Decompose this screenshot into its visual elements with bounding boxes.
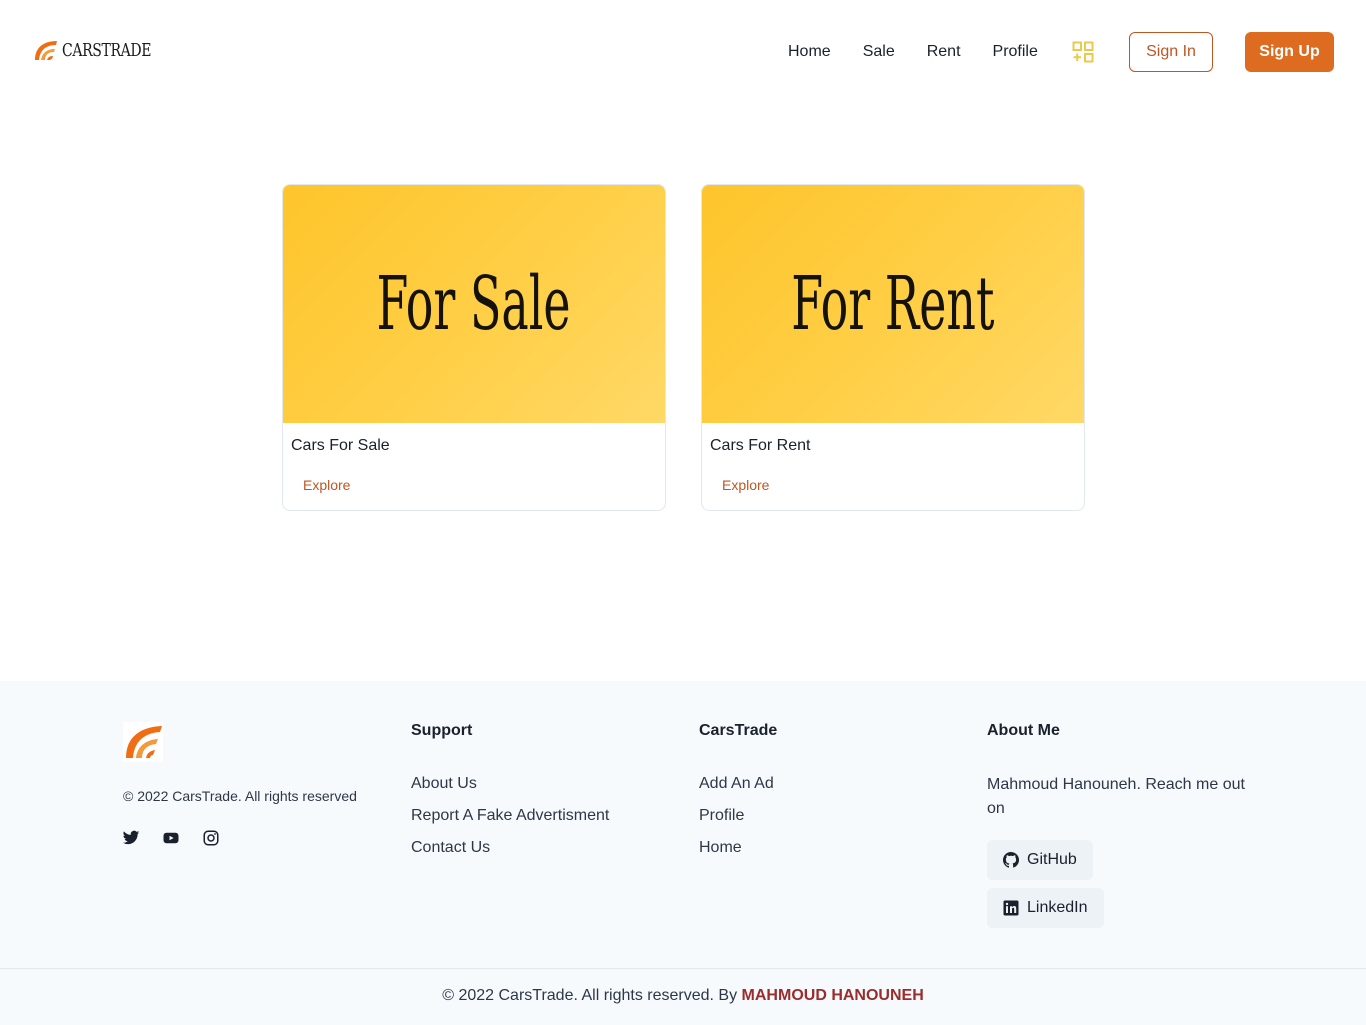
footer-link-about-us[interactable]: About Us: [411, 775, 477, 793]
footer-bottom-text: © 2022 CarsTrade. All rights reserved. B…: [0, 987, 1366, 1005]
linkedin-icon: [1003, 900, 1019, 916]
logo-icon: [35, 41, 57, 60]
sign-in-button[interactable]: Sign In: [1129, 32, 1213, 72]
linkedin-label: LinkedIn: [1027, 899, 1088, 916]
footer-logo-icon[interactable]: [123, 722, 163, 762]
github-icon: [1003, 852, 1019, 868]
card-image-rent: For Rent: [702, 185, 1084, 423]
card-for-sale[interactable]: For Sale Cars For Sale Explore: [282, 184, 666, 511]
linkedin-button[interactable]: LinkedIn: [987, 888, 1104, 928]
footer-about-text: Mahmoud Hanouneh. Reach me out on: [987, 776, 1245, 817]
footer-carstrade-title: CarsTrade: [699, 722, 778, 739]
logo-text: CARSTRADE: [62, 39, 152, 61]
main-nav: Home Sale Rent Profile: [788, 41, 1070, 63]
footer-about-title: About Me: [987, 722, 1060, 739]
github-button[interactable]: GitHub: [987, 840, 1093, 880]
footer-link-contact-us[interactable]: Contact Us: [411, 839, 490, 857]
explore-sale-link[interactable]: Explore: [303, 477, 350, 493]
github-label: GitHub: [1027, 851, 1077, 868]
card-for-rent[interactable]: For Rent Cars For Rent Explore: [701, 184, 1085, 511]
sign-up-button[interactable]: Sign Up: [1245, 32, 1334, 72]
nav-profile[interactable]: Profile: [993, 41, 1038, 63]
explore-rent-link[interactable]: Explore: [722, 477, 769, 493]
nav-sale[interactable]: Sale: [863, 41, 895, 63]
card-title: Cars For Rent: [710, 437, 811, 454]
footer: © 2022 CarsTrade. All rights reserved Su…: [0, 681, 1366, 1025]
grid-plus-icon[interactable]: [1072, 41, 1094, 63]
footer-link-profile[interactable]: Profile: [699, 807, 744, 825]
nav-rent[interactable]: Rent: [927, 41, 961, 63]
footer-link-report-fake-ad[interactable]: Report A Fake Advertisment: [411, 807, 609, 825]
card-image-text: For Sale: [376, 261, 572, 347]
logo[interactable]: CARSTRADE: [32, 38, 176, 62]
nav-home[interactable]: Home: [788, 41, 831, 63]
footer-link-add-ad[interactable]: Add An Ad: [699, 775, 774, 793]
footer-bottom-prefix: © 2022 CarsTrade. All rights reserved. B…: [442, 987, 742, 1004]
footer-support-title: Support: [411, 722, 473, 739]
footer-link-home[interactable]: Home: [699, 839, 742, 857]
header: CARSTRADE Home Sale Rent Profile Sign In…: [0, 0, 1366, 104]
instagram-icon[interactable]: [202, 829, 220, 847]
card-image-sale: For Sale: [283, 185, 665, 423]
twitter-icon[interactable]: [122, 829, 140, 847]
card-title: Cars For Sale: [291, 437, 390, 454]
card-image-text: For Rent: [791, 261, 995, 347]
youtube-icon[interactable]: [162, 829, 180, 847]
footer-divider: [0, 968, 1366, 969]
footer-copyright: © 2022 CarsTrade. All rights reserved: [123, 788, 357, 804]
footer-author[interactable]: MAHMOUD HANOUNEH: [742, 987, 924, 1004]
